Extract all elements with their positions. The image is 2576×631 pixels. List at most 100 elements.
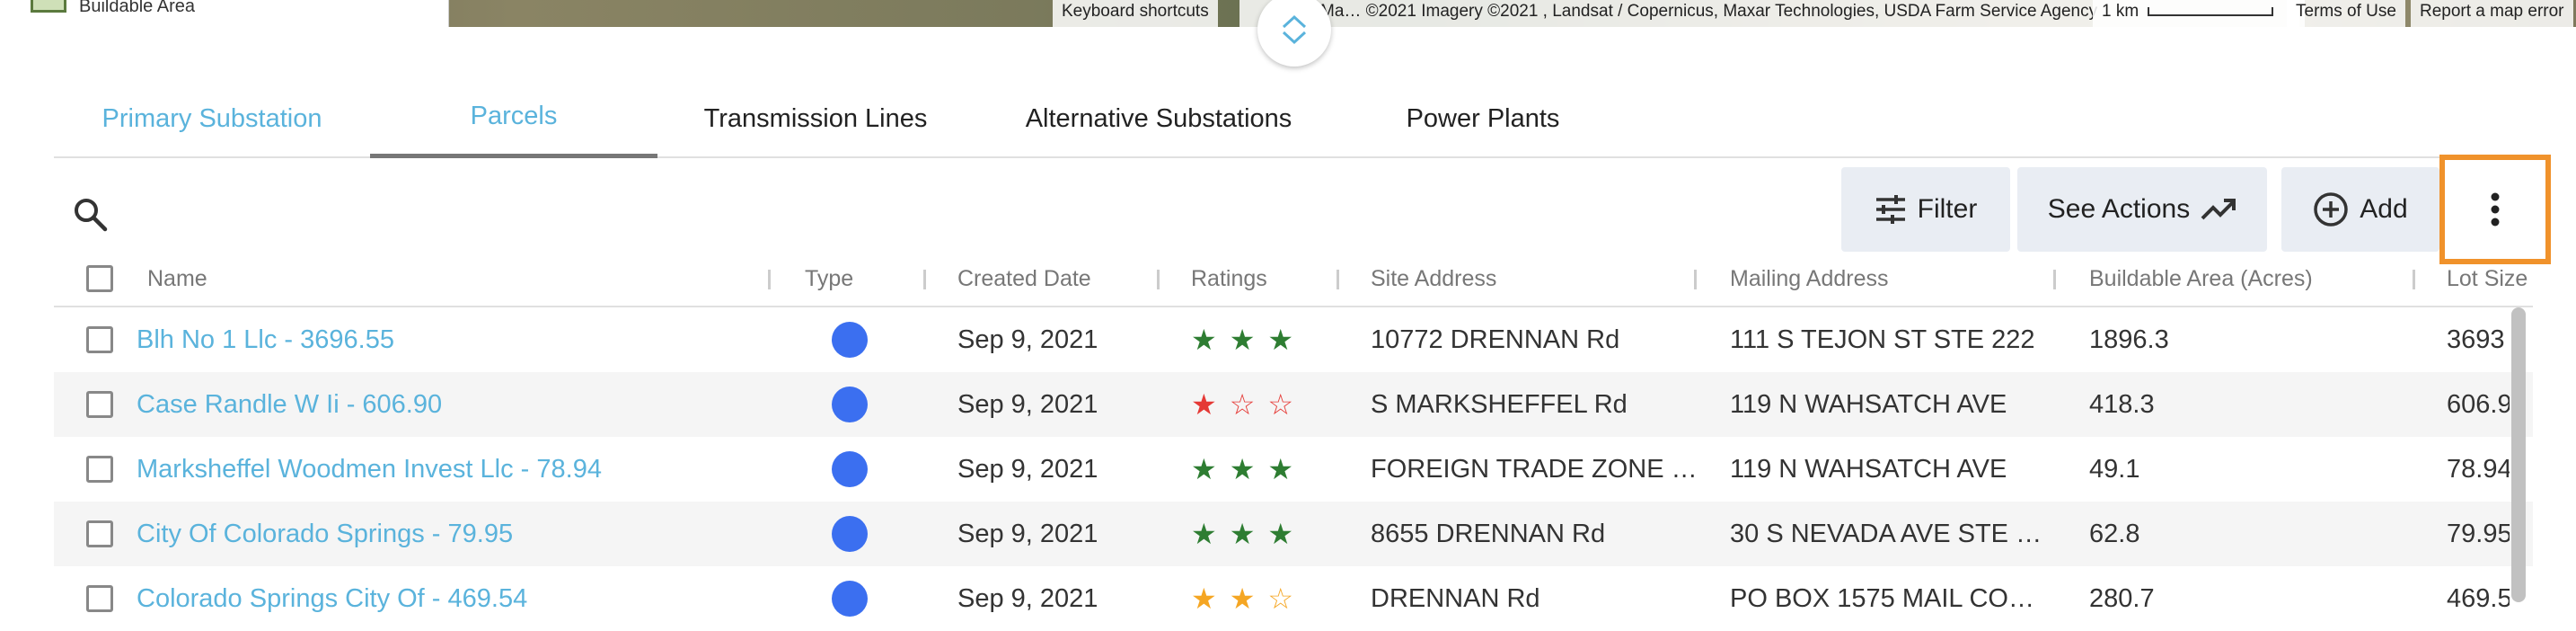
- tab-bar: Primary Substation Parcels Transmission …: [54, 79, 2533, 158]
- parcel-name-link[interactable]: Blh No 1 Llc - 3696.55: [137, 325, 394, 355]
- scale-bar: [2148, 6, 2274, 16]
- filter-label: Filter: [1917, 194, 1978, 224]
- star-filled-icon[interactable]: ★: [1191, 517, 1217, 551]
- rating-stars[interactable]: ★ ★ ★: [1191, 307, 1293, 372]
- table-row[interactable]: Colorado Springs City Of - 469.54 Sep 9, …: [54, 566, 2533, 631]
- header-type[interactable]: Type: [805, 252, 853, 306]
- parcel-name-link[interactable]: Marksheffel Woodmen Invest Llc - 78.94: [137, 455, 602, 484]
- star-filled-icon[interactable]: ★: [1230, 452, 1256, 486]
- header-name[interactable]: Name: [147, 252, 207, 306]
- star-filled-icon[interactable]: ★: [1230, 323, 1256, 357]
- site-address: DRENNAN Rd: [1371, 583, 1540, 613]
- star-filled-icon[interactable]: ★: [1230, 517, 1256, 551]
- table-body: Blh No 1 Llc - 3696.55 Sep 9, 2021 ★ ★ ★ 1077…: [54, 307, 2533, 631]
- parcel-name-link[interactable]: Case Randle W Ii - 606.90: [137, 390, 442, 420]
- type-indicator-icon: [832, 387, 868, 422]
- mailing-address: 111 S TEJON ST STE 222: [1730, 324, 2035, 354]
- star-filled-icon[interactable]: ★: [1267, 323, 1293, 357]
- mailing-address: 119 N WAHSATCH AVE: [1730, 454, 2007, 484]
- column-divider[interactable]: [2053, 270, 2056, 289]
- table-row[interactable]: Blh No 1 Llc - 3696.55 Sep 9, 2021 ★ ★ ★ 1077…: [54, 307, 2533, 372]
- add-circle-icon: [2314, 192, 2349, 227]
- rating-stars[interactable]: ★ ☆ ☆: [1191, 372, 1293, 437]
- header-ratings[interactable]: Ratings: [1191, 252, 1267, 306]
- header-buildable-area[interactable]: Buildable Area (Acres): [2089, 252, 2313, 306]
- search-icon[interactable]: [72, 196, 108, 232]
- row-checkbox[interactable]: [86, 585, 113, 612]
- row-checkbox-cell: [86, 566, 113, 631]
- report-map-error-link[interactable]: Report a map error: [2411, 0, 2573, 27]
- tab-parcels[interactable]: Parcels: [370, 79, 657, 158]
- star-filled-icon[interactable]: ★: [1191, 452, 1217, 486]
- table-scrollbar[interactable]: [2511, 307, 2526, 602]
- star-outline-icon[interactable]: ☆: [1267, 387, 1293, 422]
- star-filled-icon[interactable]: ★: [1230, 582, 1256, 616]
- type-indicator-icon: [832, 516, 868, 552]
- rating-stars[interactable]: ★ ★ ☆: [1191, 566, 1293, 631]
- created-date: Sep 9, 2021: [957, 324, 1098, 354]
- row-checkbox[interactable]: [86, 456, 113, 483]
- created-date: Sep 9, 2021: [957, 389, 1098, 419]
- stars-1: ★ ☆ ☆: [1191, 387, 1293, 422]
- star-filled-icon[interactable]: ★: [1191, 323, 1217, 357]
- row-checkbox[interactable]: [86, 391, 113, 418]
- row-checkbox-cell: [86, 372, 113, 437]
- site-address: S MARKSHEFFEL Rd: [1371, 389, 1628, 419]
- parcels-table: Name Type Created Date Ratings Site Addr…: [54, 252, 2533, 631]
- buildable-area-swatch: [31, 0, 66, 13]
- header-site-address[interactable]: Site Address: [1371, 252, 1496, 306]
- rating-stars[interactable]: ★ ★ ★: [1191, 437, 1293, 502]
- see-actions-button[interactable]: See Actions: [2017, 167, 2267, 252]
- add-button[interactable]: Add: [2281, 167, 2439, 252]
- row-checkbox[interactable]: [86, 326, 113, 353]
- terms-link[interactable]: Terms of Use: [2287, 0, 2405, 27]
- column-divider[interactable]: [768, 270, 771, 289]
- tune-icon: [1875, 195, 1905, 224]
- column-divider[interactable]: [1337, 270, 1339, 289]
- header-mailing-address[interactable]: Mailing Address: [1730, 252, 1888, 306]
- row-checkbox-cell: [86, 437, 113, 502]
- tab-power-plants[interactable]: Power Plants: [1344, 79, 1622, 158]
- buildable-area: 280.7: [2089, 583, 2155, 613]
- site-address: 8655 DRENNAN Rd: [1371, 519, 1606, 548]
- chevron-down-icon: [1282, 31, 1307, 45]
- created-date: Sep 9, 2021: [957, 583, 1098, 613]
- stars-2: ★ ★ ☆: [1191, 582, 1293, 616]
- star-outline-icon[interactable]: ☆: [1230, 387, 1256, 422]
- keyboard-shortcuts-link[interactable]: Keyboard shortcuts: [1053, 0, 1218, 27]
- select-all-checkbox-cell: [86, 252, 113, 306]
- star-outline-icon[interactable]: ☆: [1267, 582, 1293, 616]
- star-filled-icon[interactable]: ★: [1191, 582, 1217, 616]
- select-all-checkbox[interactable]: [86, 265, 113, 292]
- table-row[interactable]: Marksheffel Woodmen Invest Llc - 78.94 Se…: [54, 437, 2533, 502]
- header-created-date[interactable]: Created Date: [957, 252, 1091, 306]
- star-filled-icon[interactable]: ★: [1267, 452, 1293, 486]
- star-filled-icon[interactable]: ★: [1191, 387, 1217, 422]
- header-lot-size[interactable]: Lot Size: [2447, 252, 2527, 306]
- type-indicator-icon: [832, 451, 868, 487]
- rating-stars[interactable]: ★ ★ ★: [1191, 502, 1293, 566]
- type-indicator-icon: [832, 581, 868, 617]
- lot-size: 78.94: [2447, 454, 2510, 484]
- tab-transmission-lines[interactable]: Transmission Lines: [657, 79, 974, 158]
- row-checkbox-cell: [86, 502, 113, 566]
- column-divider[interactable]: [1157, 270, 1160, 289]
- parcel-name-link[interactable]: Colorado Springs City Of - 469.54: [137, 584, 527, 614]
- column-divider[interactable]: [923, 270, 926, 289]
- collapse-toggle-button[interactable]: [1257, 0, 1331, 67]
- map-scale[interactable]: 1 km: [2093, 0, 2305, 27]
- more-options-button[interactable]: [2439, 155, 2551, 264]
- tab-alternative-substations[interactable]: Alternative Substations: [974, 79, 1344, 158]
- see-actions-label: See Actions: [2047, 194, 2191, 224]
- column-divider[interactable]: [1694, 270, 1697, 289]
- legend-label: Buildable Area: [79, 0, 195, 16]
- filter-button[interactable]: Filter: [1841, 167, 2010, 252]
- row-checkbox[interactable]: [86, 520, 113, 547]
- table-row[interactable]: Case Randle W Ii - 606.90 Sep 9, 2021 ★ ☆ ☆ S…: [54, 372, 2533, 437]
- parcel-name-link[interactable]: City Of Colorado Springs - 79.95: [137, 520, 513, 549]
- star-filled-icon[interactable]: ★: [1267, 517, 1293, 551]
- buildable-area: 1896.3: [2089, 324, 2169, 354]
- tab-primary-substation[interactable]: Primary Substation: [54, 79, 370, 158]
- column-divider[interactable]: [2413, 270, 2415, 289]
- table-row[interactable]: City Of Colorado Springs - 79.95 Sep 9, 2…: [54, 502, 2533, 566]
